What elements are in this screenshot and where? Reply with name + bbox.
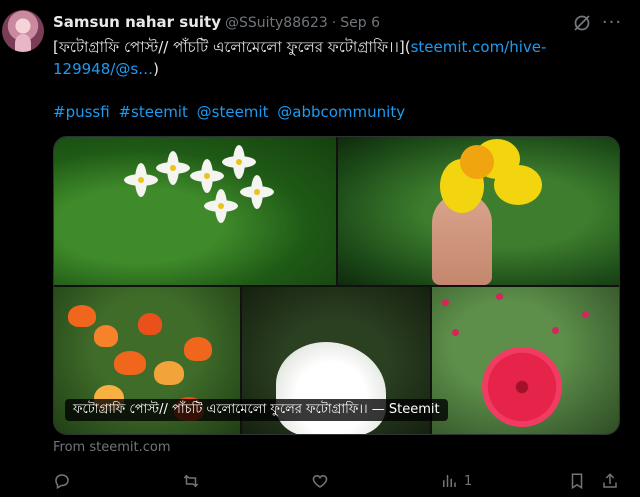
author-name[interactable]: Samsun nahar suity <box>53 13 221 31</box>
tweet-text-prefix: [ফটোগ্রাফি পোস্ট// পাঁচটি এলোমেলো ফুলের … <box>53 38 411 56</box>
tweet-date[interactable]: Sep 6 <box>340 15 380 31</box>
separator-dot: · <box>331 15 337 31</box>
mention-abbcommunity[interactable]: @abbcommunity <box>277 103 405 121</box>
views-count: 1 <box>464 473 473 489</box>
link-card[interactable]: ফটোগ্রাফি পোস্ট// পাঁচটি এলোমেলো ফুলের ফ… <box>53 136 620 435</box>
more-icon[interactable]: ··· <box>601 13 623 33</box>
photo-yellow-flower <box>338 137 619 285</box>
share-icon <box>603 473 617 488</box>
tweet-header: Samsun nahar suity @SSuity88623 · Sep 6 <box>53 13 380 31</box>
grok-icon[interactable] <box>572 13 592 33</box>
card-caption: ফটোগ্রাফি পোস্ট// পাঁচটি এলোমেলো ফুলের ফ… <box>65 399 448 421</box>
views-button[interactable]: 1 <box>440 470 472 492</box>
avatar[interactable] <box>2 10 44 52</box>
reply-button[interactable] <box>53 470 77 492</box>
tweet-text: [ফটোগ্রাফি পোস্ট// পাঁচটি এলোমেলো ফুলের … <box>53 36 623 80</box>
mention-steemit[interactable]: @steemit <box>197 103 269 121</box>
bookmark-button[interactable] <box>568 470 586 492</box>
hashtags: #pussfi #steemit @steemit @abbcommunity <box>53 101 409 123</box>
photo-hibiscus <box>432 287 619 434</box>
bookmark-icon <box>571 473 583 490</box>
share-button[interactable] <box>601 470 619 492</box>
action-bar: 1 <box>53 470 623 492</box>
hashtag-steemit[interactable]: #steemit <box>118 103 187 121</box>
reply-icon <box>55 474 69 490</box>
like-button[interactable] <box>311 470 335 492</box>
like-icon <box>312 474 328 488</box>
views-icon <box>443 475 456 487</box>
hashtag-pussfi[interactable]: #pussfi <box>53 103 110 121</box>
tweet[interactable]: Samsun nahar suity @SSuity88623 · Sep 6 … <box>0 0 640 497</box>
retweet-button[interactable] <box>182 470 206 492</box>
photo-white-flowers <box>54 137 336 285</box>
tweet-text-suffix: ) <box>153 60 159 78</box>
author-handle[interactable]: @SSuity88623 <box>225 15 328 31</box>
retweet-icon <box>183 474 199 488</box>
card-source[interactable]: From steemit.com <box>53 440 170 455</box>
